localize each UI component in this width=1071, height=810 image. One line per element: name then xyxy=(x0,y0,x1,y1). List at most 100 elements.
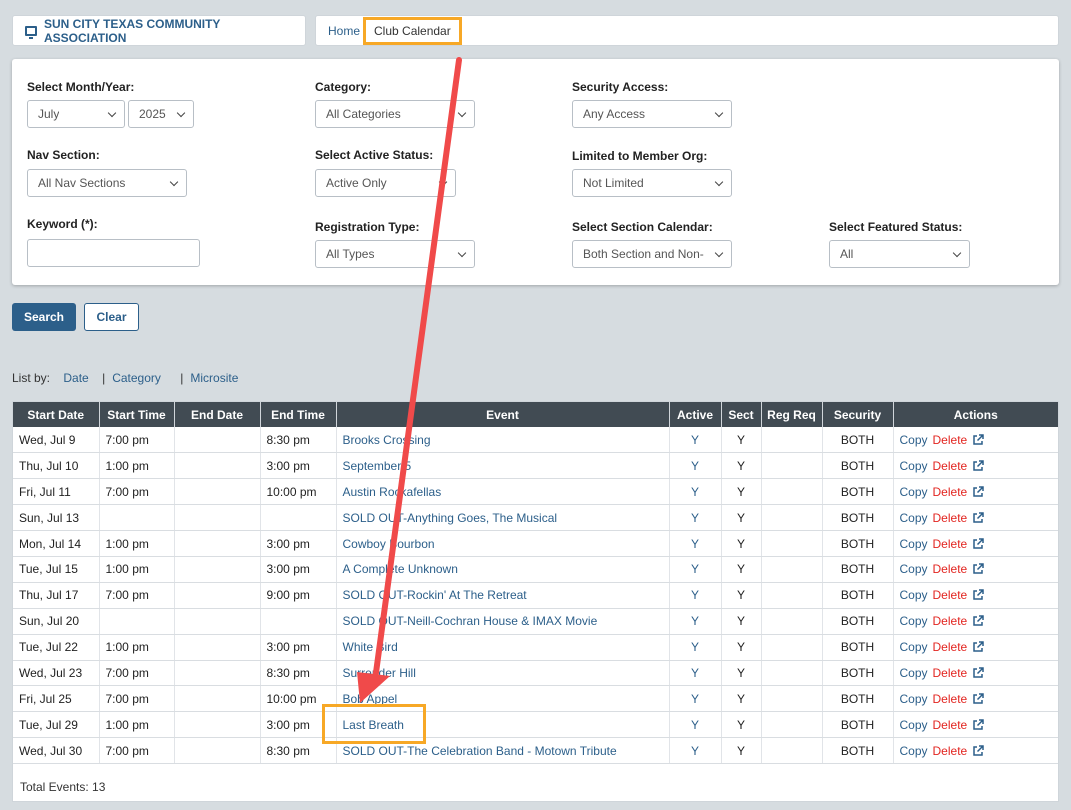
event-cell[interactable]: Surrender Hill xyxy=(336,660,670,687)
featured-status-select[interactable]: All xyxy=(829,240,970,268)
event-cell[interactable]: A Complete Unknown xyxy=(336,556,670,583)
external-link-icon[interactable] xyxy=(972,537,984,550)
delete-button[interactable]: Delete xyxy=(933,511,968,525)
start-date-cell: Mon, Jul 14 xyxy=(13,530,100,557)
clear-button[interactable]: Clear xyxy=(84,303,139,331)
external-link-icon[interactable] xyxy=(972,667,984,679)
event-cell[interactable]: Austin Rockafellas xyxy=(336,478,670,506)
external-link-icon[interactable] xyxy=(972,460,984,472)
copy-button[interactable]: Copy xyxy=(900,459,928,473)
event-link[interactable]: Brooks Crossing xyxy=(343,433,431,447)
nav-section-select[interactable]: All Nav Sections xyxy=(27,169,187,197)
event-cell[interactable]: SOLD OUT-Neill-Cochran House & IMAX Movi… xyxy=(336,608,670,635)
event-link[interactable]: Last Breath xyxy=(343,718,404,732)
delete-button[interactable]: Delete xyxy=(933,744,968,758)
list-by-category[interactable]: Category xyxy=(112,371,161,385)
event-link[interactable]: SOLD OUT-Neill-Cochran House & IMAX Movi… xyxy=(343,614,598,628)
event-cell[interactable]: Cowboy Bourbon xyxy=(336,530,670,557)
event-link[interactable]: SOLD OUT-Rockin' At The Retreat xyxy=(343,588,527,602)
section-calendar-select[interactable]: Both Section and Non- xyxy=(572,240,732,268)
active-cell: Y xyxy=(669,634,722,661)
month-select[interactable]: July xyxy=(27,100,125,128)
external-link-icon[interactable] xyxy=(972,485,984,498)
external-link-icon[interactable] xyxy=(972,433,984,446)
external-link-icon[interactable] xyxy=(972,589,984,601)
event-cell[interactable]: Brooks Crossing xyxy=(336,427,670,454)
delete-button[interactable]: Delete xyxy=(933,718,968,732)
actions-cell: Copy Delete xyxy=(893,685,1058,713)
copy-button[interactable]: Copy xyxy=(900,744,928,758)
event-cell[interactable]: SOLD OUT-Rockin' At The Retreat xyxy=(336,582,670,609)
delete-button[interactable]: Delete xyxy=(933,692,968,706)
external-link-icon[interactable] xyxy=(972,615,984,627)
external-link-icon[interactable] xyxy=(972,511,984,524)
security-cell: BOTH xyxy=(822,582,894,609)
header-reg-req[interactable]: Reg Req xyxy=(761,402,823,427)
reg-req-cell xyxy=(761,660,823,687)
header-sect[interactable]: Sect xyxy=(721,402,762,427)
event-link[interactable]: White Bird xyxy=(343,640,398,654)
event-link[interactable]: A Complete Unknown xyxy=(343,562,458,576)
copy-button[interactable]: Copy xyxy=(900,666,928,680)
member-org-select[interactable]: Not Limited xyxy=(572,169,732,197)
end-time-cell: 3:00 pm xyxy=(260,452,337,480)
active-cell: Y xyxy=(669,504,722,532)
header-active[interactable]: Active xyxy=(669,402,722,427)
copy-button[interactable]: Copy xyxy=(900,614,928,628)
delete-button[interactable]: Delete xyxy=(933,537,968,551)
registration-type-select[interactable]: All Types xyxy=(315,240,475,268)
external-link-icon[interactable] xyxy=(972,641,984,653)
external-link-icon[interactable] xyxy=(972,563,984,575)
breadcrumb-current[interactable]: Club Calendar xyxy=(363,16,462,45)
event-link[interactable]: SOLD OUT-The Celebration Band - Motown T… xyxy=(343,744,617,758)
copy-button[interactable]: Copy xyxy=(900,588,928,602)
event-cell[interactable]: SOLD OUT-The Celebration Band - Motown T… xyxy=(336,737,670,765)
event-cell[interactable]: SOLD OUT-Anything Goes, The Musical xyxy=(336,504,670,532)
breadcrumb-home[interactable]: Home xyxy=(328,24,360,38)
copy-button[interactable]: Copy xyxy=(900,537,928,551)
external-link-icon[interactable] xyxy=(972,744,984,757)
event-cell[interactable]: White Bird xyxy=(336,634,670,661)
header-event[interactable]: Event xyxy=(336,402,670,427)
copy-button[interactable]: Copy xyxy=(900,718,928,732)
external-link-icon[interactable] xyxy=(972,718,984,731)
delete-button[interactable]: Delete xyxy=(933,666,968,680)
header-start-time[interactable]: Start Time xyxy=(99,402,175,427)
event-cell[interactable]: September 5 xyxy=(336,452,670,480)
event-link[interactable]: SOLD OUT-Anything Goes, The Musical xyxy=(343,511,558,525)
event-link[interactable]: Bob Appel xyxy=(343,692,398,706)
delete-button[interactable]: Delete xyxy=(933,485,968,499)
header-end-date[interactable]: End Date xyxy=(174,402,261,427)
copy-button[interactable]: Copy xyxy=(900,692,928,706)
year-select[interactable]: 2025 xyxy=(128,100,194,128)
copy-button[interactable]: Copy xyxy=(900,511,928,525)
header-security[interactable]: Security xyxy=(822,402,894,427)
list-by-date[interactable]: Date xyxy=(63,371,88,385)
header-start-date[interactable]: Start Date xyxy=(13,402,100,427)
copy-button[interactable]: Copy xyxy=(900,562,928,576)
list-by-microsite[interactable]: Microsite xyxy=(190,371,238,385)
event-link[interactable]: September 5 xyxy=(343,459,412,473)
category-select[interactable]: All Categories xyxy=(315,100,475,128)
delete-button[interactable]: Delete xyxy=(933,640,968,654)
copy-button[interactable]: Copy xyxy=(900,485,928,499)
event-cell[interactable]: Last Breath xyxy=(336,711,670,739)
keyword-input[interactable] xyxy=(27,239,200,267)
delete-button[interactable]: Delete xyxy=(933,433,968,447)
search-button[interactable]: Search xyxy=(12,303,76,331)
header-end-time[interactable]: End Time xyxy=(260,402,337,427)
event-link[interactable]: Surrender Hill xyxy=(343,666,416,680)
brand-link[interactable]: SUN CITY TEXAS COMMUNITY ASSOCIATION xyxy=(12,15,306,46)
delete-button[interactable]: Delete xyxy=(933,459,968,473)
security-select[interactable]: Any Access xyxy=(572,100,732,128)
copy-button[interactable]: Copy xyxy=(900,640,928,654)
event-link[interactable]: Cowboy Bourbon xyxy=(343,537,435,551)
copy-button[interactable]: Copy xyxy=(900,433,928,447)
delete-button[interactable]: Delete xyxy=(933,588,968,602)
event-link[interactable]: Austin Rockafellas xyxy=(343,485,442,499)
active-status-select[interactable]: Active Only xyxy=(315,169,456,197)
event-cell[interactable]: Bob Appel xyxy=(336,685,670,713)
delete-button[interactable]: Delete xyxy=(933,614,968,628)
delete-button[interactable]: Delete xyxy=(933,562,968,576)
external-link-icon[interactable] xyxy=(972,693,984,705)
